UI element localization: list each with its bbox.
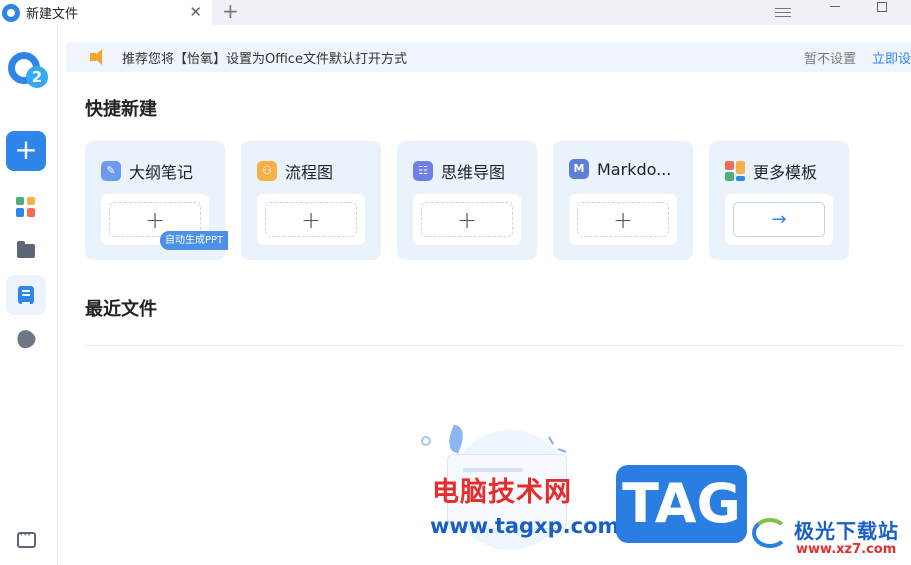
logo-digit: 2: [26, 66, 48, 88]
feedback-button[interactable]: [6, 520, 46, 560]
plus-icon: +: [456, 205, 478, 234]
minimize-button[interactable]: [815, 0, 855, 25]
tab-title: 新建文件: [26, 7, 79, 22]
watermark-site-name: 电脑技术网: [432, 477, 572, 508]
card-mindmap[interactable]: ☷ 思维导图 +: [397, 141, 537, 260]
sidebar-item-folder[interactable]: [6, 231, 46, 271]
speaker-icon: [90, 49, 108, 65]
watermark-tag-logo: TAG: [616, 465, 747, 543]
app-logo: 2: [6, 50, 48, 94]
folder-icon: [17, 241, 35, 258]
open-templates-button[interactable]: →: [733, 202, 825, 237]
more-templates-icon: [725, 161, 745, 181]
divider: [85, 345, 903, 346]
card-markdown[interactable]: M Markdo... +: [553, 141, 693, 260]
card-label: 流程图: [285, 163, 334, 182]
watermark-aurora-logo-icon: [752, 514, 792, 550]
card-label: Markdo...: [597, 159, 672, 179]
create-mindmap-button[interactable]: +: [421, 202, 513, 237]
menu-button[interactable]: [763, 0, 803, 25]
create-markdown-button[interactable]: +: [577, 202, 669, 237]
plus-icon: +: [612, 205, 634, 234]
skip-setting-link[interactable]: 暂不设置: [804, 48, 856, 67]
arrow-right-icon: →: [771, 208, 787, 230]
close-icon[interactable]: ✕: [189, 3, 202, 21]
add-tab-button[interactable]: +: [222, 0, 239, 22]
chat-icon: [16, 528, 36, 548]
tab-new-file[interactable]: 新建文件 ✕: [0, 0, 212, 25]
minimize-icon: [830, 6, 840, 7]
card-label: 思维导图: [441, 163, 506, 182]
acorn-icon: [13, 326, 39, 352]
new-file-button[interactable]: +: [6, 131, 46, 171]
document-icon: [18, 286, 34, 304]
quick-create-title: 快捷新建: [85, 99, 157, 120]
sidebar-item-documents[interactable]: [6, 275, 46, 315]
card-outline-note[interactable]: ✎ 大纲笔记 + 自动生成PPT: [85, 141, 229, 260]
card-flowchart[interactable]: ⚇ 流程图 +: [241, 141, 381, 260]
mindmap-icon: ☷: [413, 161, 433, 181]
maximize-button[interactable]: [862, 0, 902, 25]
auto-ppt-badge[interactable]: 自动生成PPT: [160, 231, 229, 250]
apps-grid-icon: [16, 197, 36, 217]
title-bar: 新建文件 ✕ +: [0, 0, 911, 25]
app-tab-logo-icon: [2, 3, 20, 22]
watermark-aurora-url: www.xz7.com: [796, 542, 897, 557]
set-now-link[interactable]: 立即设置: [872, 48, 911, 67]
card-label: 更多模板: [753, 163, 818, 182]
create-flowchart-button[interactable]: +: [265, 202, 357, 237]
banner-message: 推荐您将【怡氧】设置为Office文件默认打开方式: [122, 51, 407, 67]
recent-files-title: 最近文件: [85, 299, 157, 320]
markdown-icon: M: [569, 159, 589, 179]
sidebar-item-acorn[interactable]: [6, 319, 46, 359]
card-more-templates[interactable]: 更多模板 →: [709, 141, 849, 260]
maximize-icon: [877, 1, 887, 12]
watermark-aurora-name: 极光下载站: [794, 519, 899, 543]
default-app-banner: 推荐您将【怡氧】设置为Office文件默认打开方式 暂不设置 立即设置: [66, 42, 911, 72]
watermark-site-url: www.tagxp.com: [430, 514, 620, 538]
plus-icon: +: [144, 205, 166, 234]
card-label: 大纲笔记: [129, 163, 194, 182]
hamburger-icon: [775, 8, 791, 17]
outline-note-icon: ✎: [101, 161, 121, 181]
sidebar: 2 +: [0, 25, 58, 565]
flowchart-icon: ⚇: [257, 161, 277, 181]
plus-icon: +: [300, 205, 322, 234]
sidebar-item-apps[interactable]: [6, 187, 46, 227]
